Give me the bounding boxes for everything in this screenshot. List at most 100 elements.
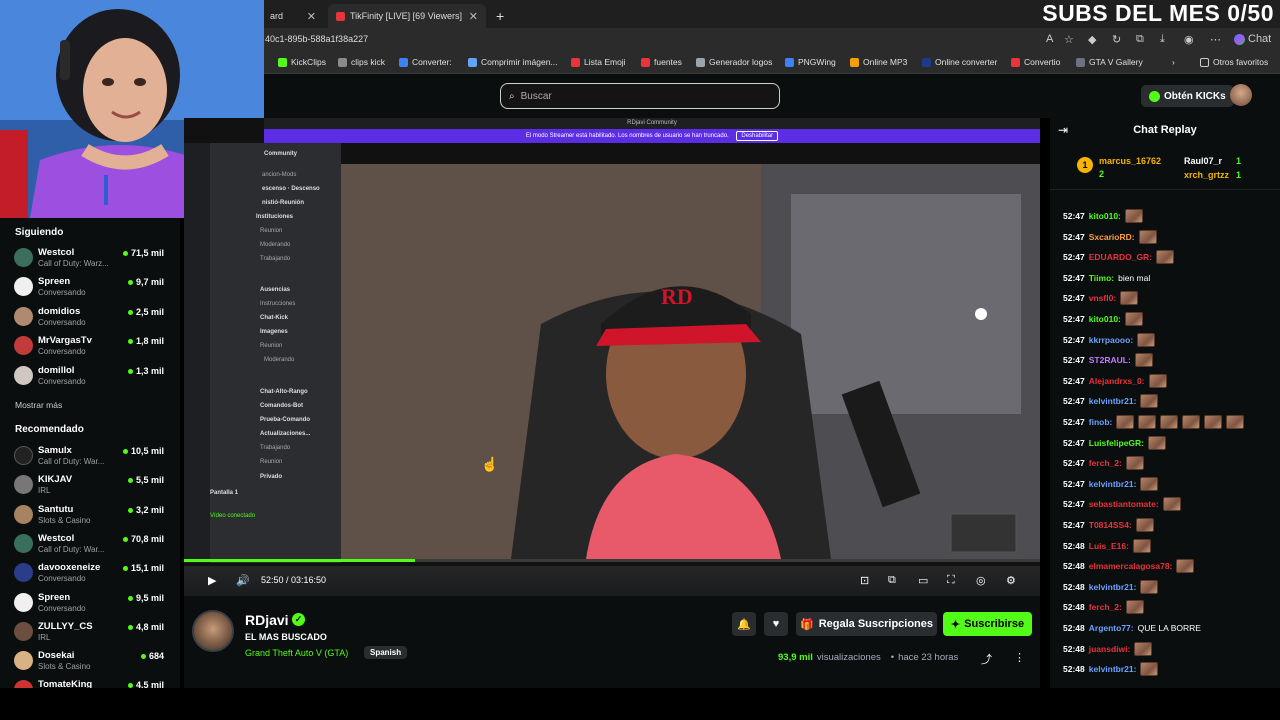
chat-username[interactable]: kelvintbr21: bbox=[1089, 479, 1137, 489]
sidebar-item-spreen[interactable]: Spreen Conversando 9,7 mil bbox=[14, 274, 164, 300]
search-input[interactable]: ⌕ Buscar bbox=[500, 83, 780, 109]
favorite-star-icon[interactable]: ☆ bbox=[1064, 33, 1074, 46]
bookmark-item[interactable]: Generador logos bbox=[696, 57, 772, 67]
sidebar-item-westcol[interactable]: Westcol Call of Duty: Warz... 71,5 mil bbox=[14, 245, 164, 271]
chat-username[interactable]: Argento77: bbox=[1089, 623, 1134, 633]
bookmarks-overflow-icon[interactable]: › bbox=[1172, 57, 1175, 67]
chat-username[interactable]: kelvintbr21: bbox=[1089, 582, 1137, 592]
show-more-button[interactable]: Mostrar más bbox=[15, 400, 62, 410]
bookmark-item[interactable]: PNGWing bbox=[785, 57, 836, 67]
chat-username[interactable]: juansdiwi: bbox=[1089, 644, 1131, 654]
bookmark-item[interactable]: fuentes bbox=[641, 57, 682, 67]
chat-username[interactable]: finob: bbox=[1089, 417, 1113, 427]
sidebar-item-davooxeneize[interactable]: davooxeneize Conversando 15,1 mil bbox=[14, 560, 164, 586]
language-badge[interactable]: Spanish bbox=[364, 646, 408, 659]
chat-timestamp: 52:47 bbox=[1063, 314, 1085, 324]
progress-fill bbox=[184, 559, 416, 562]
chat-username[interactable]: kito010: bbox=[1089, 314, 1121, 324]
sidebar-item-westcol-rec[interactable]: Westcol Call of Duty: War... 70,8 mil bbox=[14, 531, 164, 557]
bookmark-item[interactable]: Converter: bbox=[399, 57, 452, 67]
chat-username[interactable]: Tiimo: bbox=[1089, 273, 1114, 283]
chat-username[interactable]: ST2RAUL: bbox=[1089, 355, 1131, 365]
video-player[interactable]: RDjavi Community El modo Streamer está h… bbox=[184, 118, 1040, 596]
url-field[interactable]: 40c1-895b-588a1f38a227 bbox=[265, 34, 368, 44]
close-icon[interactable]: ✕ bbox=[469, 10, 478, 23]
chat-username[interactable]: kito010: bbox=[1089, 211, 1121, 221]
bookmark-item[interactable]: GTA V Gallery bbox=[1076, 57, 1143, 67]
leaderboard-user[interactable]: xrch_grtzz bbox=[1184, 170, 1229, 180]
clip-icon[interactable]: ⊡ bbox=[860, 574, 869, 587]
chat-username[interactable]: elmamercalagosa78: bbox=[1089, 561, 1173, 571]
bookmark-item[interactable]: Convertio bbox=[1011, 57, 1060, 67]
share-icon[interactable]: ⤴ bbox=[981, 651, 992, 667]
fullscreen-icon[interactable]: ⛶ bbox=[947, 574, 955, 587]
bookmark-item[interactable]: Lista Emoji bbox=[571, 57, 626, 67]
theater-mode-icon[interactable]: ▭ bbox=[918, 574, 928, 587]
viewer-count-value: 4,5 mil bbox=[135, 680, 164, 688]
volume-icon[interactable]: 🔊 bbox=[236, 574, 250, 587]
browser-tab[interactable]: TikFinity [LIVE] [69 Viewers] ✕ bbox=[328, 4, 486, 28]
new-tab-button[interactable]: + bbox=[488, 4, 510, 28]
chat-username[interactable]: SxcarioRD: bbox=[1089, 232, 1135, 242]
channel-category: Conversando bbox=[38, 288, 86, 297]
more-options-icon[interactable]: ⋯ bbox=[1210, 33, 1221, 46]
bookmark-item[interactable]: Online MP3 bbox=[850, 57, 907, 67]
refresh-icon[interactable]: ↻ bbox=[1112, 33, 1121, 46]
play-icon[interactable]: ▶ bbox=[208, 574, 216, 587]
streamer-name[interactable]: RDjavi bbox=[245, 612, 289, 628]
sidebar-item-zullyy-cs[interactable]: ZULLYY_CS IRL 4,8 mil bbox=[14, 619, 164, 645]
speed-icon[interactable]: ◎ bbox=[976, 574, 986, 587]
profile-icon[interactable]: ◉ bbox=[1184, 33, 1194, 46]
extension-icon[interactable]: ◆ bbox=[1088, 33, 1096, 46]
gift-subs-button[interactable]: 🎁 Regala Suscripciones bbox=[796, 612, 937, 636]
download-icon[interactable]: ⤓ bbox=[1160, 33, 1165, 46]
chat-username[interactable]: Alejandrxs_0: bbox=[1089, 376, 1145, 386]
avatar[interactable] bbox=[192, 610, 234, 652]
notification-bell-button[interactable]: 🔔 bbox=[732, 612, 756, 636]
chat-username[interactable]: LuisfelipeGR: bbox=[1089, 438, 1144, 448]
bookmark-item[interactable]: clips kick bbox=[338, 57, 385, 67]
sidebar-item-samulx[interactable]: Samulx Call of Duty: War... 10,5 mil bbox=[14, 443, 164, 469]
bookmark-item[interactable]: Online converter bbox=[922, 57, 997, 67]
sidebar-item-dosekai[interactable]: Dosekai Slots & Casino 684 bbox=[14, 648, 164, 674]
follow-button[interactable]: ♥ bbox=[764, 612, 788, 636]
settings-gear-icon[interactable]: ⚙ bbox=[1006, 574, 1016, 587]
sidebar-item-tomateking[interactable]: TomateKing 4,5 mil bbox=[14, 677, 164, 688]
bookmark-item[interactable]: KickClips bbox=[278, 57, 326, 67]
chat-username[interactable]: vnsfl0: bbox=[1089, 293, 1116, 303]
pip-icon[interactable]: ⧉ bbox=[888, 574, 896, 587]
sidebar-item-domidios[interactable]: domidios Conversando 2,5 mil bbox=[14, 304, 164, 330]
chat-username[interactable]: kelvintbr21: bbox=[1089, 664, 1137, 674]
live-dot-icon bbox=[127, 368, 133, 374]
sidebar-item-santutu[interactable]: Santutu Slots & Casino 3,2 mil bbox=[14, 502, 164, 528]
leaderboard-user[interactable]: marcus_16762 bbox=[1099, 156, 1161, 166]
verified-badge-icon: ✓ bbox=[292, 613, 305, 626]
bookmark-item[interactable]: Comprimir imágen... bbox=[468, 57, 558, 67]
collections-icon[interactable]: ⧉ bbox=[1136, 33, 1144, 46]
copilot-chat-button[interactable]: Chat bbox=[1234, 33, 1271, 45]
close-icon[interactable]: ✕ bbox=[307, 10, 316, 23]
other-favorites[interactable]: Otros favoritos bbox=[1200, 57, 1268, 67]
chat-username[interactable]: ferch_2: bbox=[1089, 458, 1122, 468]
subscribe-button[interactable]: ✦ Suscribirse bbox=[943, 612, 1032, 636]
chat-username[interactable]: sebastiantomate: bbox=[1089, 499, 1159, 509]
chat-username[interactable]: EDUARDO_GR: bbox=[1089, 252, 1152, 262]
sidebar-item-domillol[interactable]: domillol Conversando 1,3 mil bbox=[14, 363, 164, 389]
chat-username[interactable]: ferch_2: bbox=[1089, 602, 1122, 612]
read-aloud-icon[interactable]: A bbox=[1046, 33, 1053, 45]
avatar bbox=[14, 366, 33, 385]
avatar[interactable] bbox=[1230, 84, 1252, 106]
sidebar-item-spreen-rec[interactable]: Spreen Conversando 9,5 mil bbox=[14, 590, 164, 616]
chat-username[interactable]: T0814SS4: bbox=[1089, 520, 1132, 530]
stream-category-link[interactable]: Grand Theft Auto V (GTA) bbox=[245, 648, 348, 658]
browser-tab[interactable]: ard ✕ bbox=[262, 4, 324, 28]
sidebar-item-kikjav[interactable]: KIKJAV IRL 5,5 mil bbox=[14, 472, 164, 498]
chat-username[interactable]: kkrrpaooo: bbox=[1089, 335, 1133, 345]
more-options-icon[interactable]: ⋮ bbox=[1014, 651, 1025, 664]
get-kicks-button[interactable]: Obtén KICKs bbox=[1141, 85, 1234, 107]
chat-username[interactable]: kelvintbr21: bbox=[1089, 396, 1137, 406]
sidebar-item-mrvargastv[interactable]: MrVargasTv Conversando 1,8 mil bbox=[14, 333, 164, 359]
leaderboard-user[interactable]: Raul07_r bbox=[1184, 156, 1222, 166]
chat-username[interactable]: Luis_E16: bbox=[1089, 541, 1129, 551]
chat-message: 52:48 Luis_E16: bbox=[1063, 538, 1151, 553]
